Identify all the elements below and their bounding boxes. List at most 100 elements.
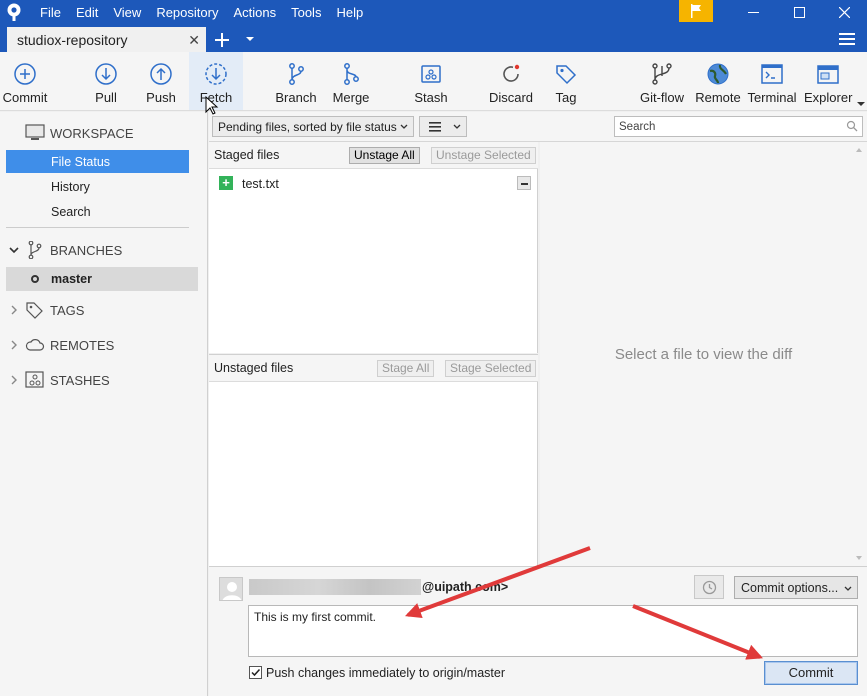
push-tool-label: Push — [146, 90, 176, 105]
commit-icon — [14, 63, 36, 85]
merge-tool-button[interactable]: Merge — [327, 52, 375, 110]
remote-tool-button[interactable]: Remote — [695, 52, 741, 110]
sidebar-section-remotes[interactable]: REMOTES — [0, 334, 208, 356]
staged-files-header: Staged files Unstage All Unstage Selecte… — [209, 142, 538, 169]
sidebar-section-workspace[interactable]: WORKSPACE — [0, 122, 208, 144]
gitflow-icon — [652, 63, 672, 85]
explorer-tool-label: Explorer — [804, 90, 853, 105]
menu-actions[interactable]: Actions — [233, 5, 276, 20]
sidebar-section-stashes[interactable]: STASHES — [0, 369, 208, 391]
explorer-icon — [817, 65, 839, 84]
view-mode-dropdown[interactable] — [419, 116, 467, 137]
minimize-button[interactable] — [730, 0, 776, 25]
discard-tool-button[interactable]: Discard — [487, 52, 535, 110]
stage-all-button[interactable]: Stage All — [377, 360, 435, 377]
push-tool-button[interactable]: Push — [137, 52, 185, 110]
branch-label: master — [51, 272, 92, 286]
unstage-selected-button[interactable]: Unstage Selected — [431, 147, 536, 164]
author-email: @uipath.com> — [422, 580, 509, 594]
tab-repository-label: studiox-repository — [17, 32, 128, 48]
minimize-icon — [747, 12, 759, 13]
tag-icon — [26, 302, 43, 319]
tag-tool-button[interactable]: Tag — [543, 52, 589, 110]
commit-options-dropdown[interactable]: Commit options... — [734, 576, 858, 599]
stash-icon — [25, 371, 44, 388]
gitflow-tool-button[interactable]: Git-flow — [636, 52, 688, 110]
file-name: test.txt — [242, 177, 279, 191]
list-view-icon — [429, 122, 441, 132]
stash-tool-button[interactable]: Stash — [407, 52, 455, 110]
sidebar-item-history[interactable]: History — [6, 175, 189, 198]
sidebar-section-branches[interactable]: BRANCHES — [0, 239, 208, 261]
commit-tool-button[interactable]: Commit — [0, 52, 50, 110]
user-avatar-icon — [222, 582, 242, 600]
discard-icon — [503, 64, 520, 82]
hamburger-menu-icon[interactable] — [839, 31, 857, 47]
author-name-redacted — [249, 579, 421, 595]
menu-help[interactable]: Help — [336, 5, 363, 20]
new-tab-icon[interactable] — [212, 30, 232, 50]
sidebar-item-search[interactable]: Search — [6, 200, 189, 223]
sort-dropdown-label: Pending files, sorted by file status — [218, 120, 397, 134]
tag-icon — [556, 65, 577, 85]
menu-repository[interactable]: Repository — [156, 5, 218, 20]
stash-icon — [421, 65, 441, 83]
pull-tool-button[interactable]: Pull — [82, 52, 130, 110]
tag-tool-label: Tag — [555, 90, 577, 105]
globe-icon — [707, 63, 729, 85]
toolbar: Commit Pull Push Fetch Branch Merge Stas… — [0, 52, 867, 111]
menu-edit[interactable]: Edit — [76, 5, 98, 20]
commit-button[interactable]: Commit — [764, 661, 858, 685]
search-icon — [846, 120, 858, 132]
push-immediately-label[interactable]: Push changes immediately to origin/maste… — [266, 666, 505, 680]
close-window-button[interactable] — [821, 0, 867, 25]
commit-history-button[interactable] — [694, 575, 724, 599]
unstage-file-icon[interactable] — [517, 176, 531, 190]
tab-close-icon[interactable]: ✕ — [188, 32, 200, 49]
menu-tools[interactable]: Tools — [291, 5, 321, 20]
file-added-icon: + — [219, 176, 233, 190]
push-immediately-checkbox[interactable] — [249, 666, 262, 679]
terminal-tool-button[interactable]: Terminal — [746, 52, 798, 110]
sidebar-branch-master[interactable]: master — [6, 267, 198, 291]
staged-file-row[interactable]: + test.txt — [209, 173, 538, 193]
sidebar-item-label: History — [51, 180, 90, 194]
diff-pane: Select a file to view the diff — [540, 142, 867, 566]
maximize-icon — [793, 7, 805, 18]
checkmark-icon — [251, 668, 261, 677]
tab-repository[interactable]: studiox-repository ✕ — [7, 27, 206, 52]
toolbar-overflow-icon[interactable] — [857, 101, 865, 107]
sidebar-item-file-status[interactable]: File Status — [6, 150, 189, 173]
tab-list-chevron-icon[interactable] — [245, 35, 255, 43]
close-icon — [838, 7, 850, 18]
clock-icon — [702, 580, 717, 595]
notification-flag-button[interactable] — [679, 0, 713, 22]
search-input[interactable] — [619, 119, 839, 134]
sidebar-section-tags[interactable]: TAGS — [0, 299, 208, 321]
sidebar-divider — [6, 227, 189, 228]
branch-tool-label: Branch — [275, 90, 317, 105]
branch-tool-button[interactable]: Branch — [271, 52, 321, 110]
chevron-down-icon — [844, 586, 852, 591]
menu-file[interactable]: File — [40, 5, 61, 20]
mouse-cursor-icon — [205, 96, 219, 115]
cloud-icon — [25, 339, 45, 351]
diff-scrollbar[interactable] — [851, 142, 867, 566]
menu-view[interactable]: View — [113, 5, 141, 20]
gitflow-tool-label: Git-flow — [639, 90, 685, 105]
current-branch-icon — [31, 275, 39, 283]
title-bar: File Edit View Repository Actions Tools … — [0, 0, 867, 25]
maximize-button[interactable] — [776, 0, 822, 25]
unstage-all-button[interactable]: Unstage All — [349, 147, 420, 164]
commit-message-input[interactable]: This is my first commit. — [248, 605, 858, 657]
pull-tool-label: Pull — [95, 90, 117, 105]
unstaged-files-panel: Unstaged files Stage All Stage Selected — [209, 354, 538, 566]
commit-area: @uipath.com> Commit options... This is m… — [209, 566, 867, 696]
sort-dropdown[interactable]: Pending files, sorted by file status — [212, 116, 414, 137]
commit-tool-label: Commit — [2, 90, 48, 105]
chevron-right-icon — [11, 305, 17, 315]
sidebar-item-label: File Status — [51, 155, 111, 169]
explorer-tool-button[interactable]: Explorer — [804, 52, 852, 110]
search-field[interactable] — [614, 116, 863, 137]
stage-selected-button[interactable]: Stage Selected — [445, 360, 537, 377]
